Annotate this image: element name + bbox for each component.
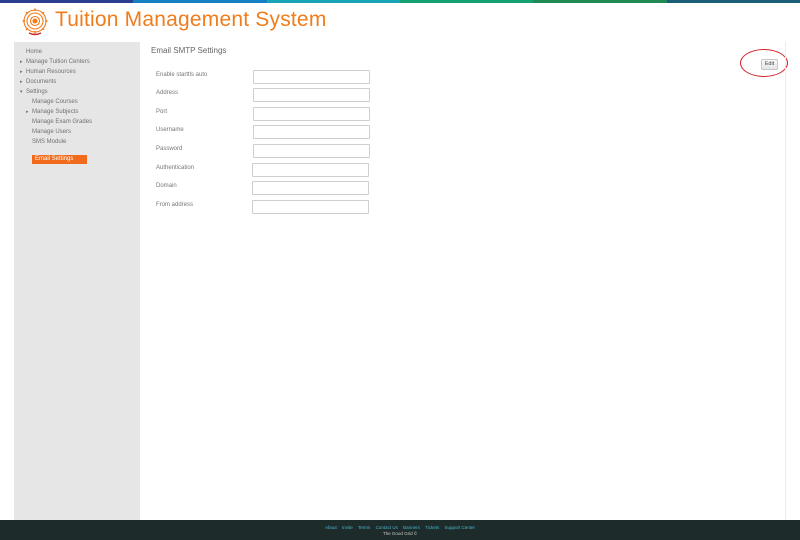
sidebar-item-settings[interactable]: ▾ Settings [14, 87, 140, 97]
sidebar-item-human-resources[interactable]: ▸ Human Resources [14, 67, 140, 77]
username-field[interactable] [253, 125, 370, 139]
sidebar-item-label: Manage Tuition Centers [26, 59, 90, 65]
sidebar-item-label: Settings [26, 89, 48, 95]
sidebar-item-manage-users[interactable]: Manage Users [14, 127, 140, 137]
gear-logo-icon[interactable] [20, 7, 50, 37]
form-row-username: Username [156, 125, 376, 139]
form-row-authentication: Authentication [156, 163, 376, 177]
footer-links: About Invite Terms Contact Us Banners Ti… [0, 520, 800, 530]
form-row-port: Port [156, 107, 376, 121]
sidebar-item-documents[interactable]: ▸ Documents [14, 77, 140, 87]
field-label: Password [156, 146, 183, 152]
sidebar-nav: Home ▸ Manage Tuition Centers ▸ Human Reso… [14, 42, 140, 520]
domain-field[interactable] [252, 181, 369, 195]
field-label: Authentication [156, 165, 195, 171]
footer-link-invite[interactable]: Invite [342, 525, 353, 530]
sidebar-item-label: Manage Courses [32, 99, 78, 105]
app-title: Tuition Management System [55, 8, 327, 31]
form-row-address: Address [156, 88, 376, 102]
address-field[interactable] [253, 88, 370, 102]
sidebar-item-label: Documents [26, 79, 57, 85]
page-footer: About Invite Terms Contact Us Banners Ti… [0, 520, 800, 540]
footer-link-tickets[interactable]: Tickets [425, 525, 439, 530]
footer-link-support-center[interactable]: Support Center [444, 525, 475, 530]
app-header: Tuition Management System [0, 3, 800, 40]
content-divider [785, 42, 786, 520]
sidebar-item-label: Manage Subjects [32, 109, 79, 115]
form-row-from-address: From address [156, 200, 376, 214]
main-content: Email SMTP Settings Edit Enable starttls… [140, 42, 788, 520]
form-row-enable-starttls-auto: Enable starttls auto [156, 70, 376, 84]
sidebar-item-home[interactable]: Home [14, 47, 140, 57]
enable-starttls-auto-field[interactable] [253, 70, 370, 84]
sidebar-item-label: Human Resources [26, 69, 76, 75]
edit-button[interactable]: Edit [761, 59, 778, 70]
sidebar-item-email-settings[interactable]: Email Settings [32, 155, 88, 164]
sidebar-item-label: Home [26, 49, 43, 55]
field-label: From address [156, 202, 194, 208]
footer-copyright: The Good Grid © [382, 531, 418, 536]
port-field[interactable] [253, 107, 370, 121]
authentication-field[interactable] [252, 163, 369, 177]
footer-link-about[interactable]: About [325, 525, 337, 530]
field-label: Username [156, 127, 184, 133]
sidebar-item-manage-subjects[interactable]: ▸ Manage Subjects [14, 107, 140, 117]
sidebar-item-sms-module[interactable]: SMS Module [14, 137, 140, 147]
field-label: Enable starttls auto [156, 72, 208, 78]
sidebar-item-label: SMS Module [32, 139, 67, 145]
sidebar-item-label: Manage Exam Grades [32, 119, 93, 125]
footer-link-banners[interactable]: Banners [403, 525, 420, 530]
form-row-domain: Domain [156, 181, 376, 195]
form-row-password: Password [156, 144, 376, 158]
footer-link-contact-us[interactable]: Contact Us [376, 525, 398, 530]
footer-link-terms[interactable]: Terms [358, 525, 370, 530]
field-label: Address [156, 90, 179, 96]
sidebar-item-manage-courses[interactable]: Manage Courses [14, 97, 140, 107]
sidebar-item-label: Manage Users [32, 129, 72, 135]
page-title: Email SMTP Settings [151, 46, 227, 55]
field-label: Domain [156, 183, 177, 189]
field-label: Port [156, 109, 168, 115]
sidebar-item-manage-tuition-centers[interactable]: ▸ Manage Tuition Centers [14, 57, 140, 67]
sidebar-item-manage-exam-grades[interactable]: Manage Exam Grades [14, 117, 140, 127]
password-field[interactable] [253, 144, 370, 158]
from-address-field[interactable] [252, 200, 369, 214]
